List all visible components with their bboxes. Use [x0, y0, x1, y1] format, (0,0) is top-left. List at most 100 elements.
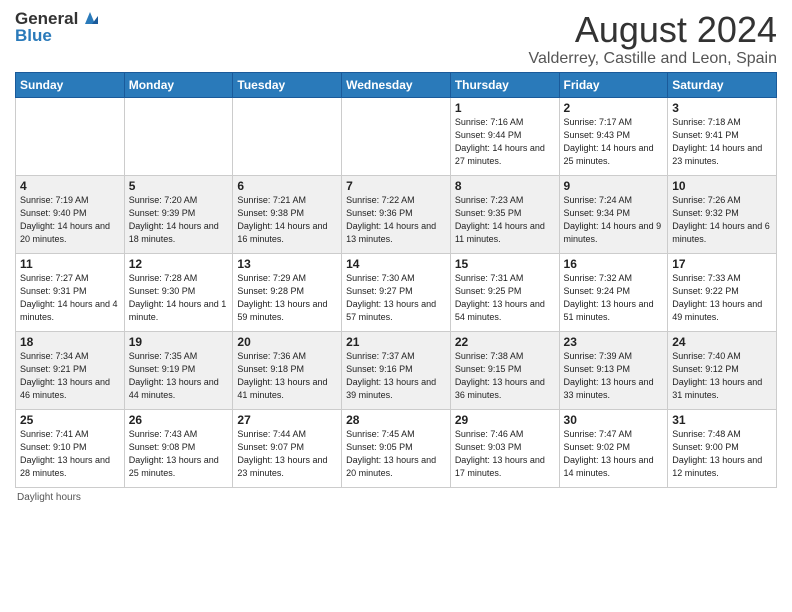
day-number: 25	[20, 413, 120, 427]
day-number: 13	[237, 257, 337, 271]
day-info: Sunrise: 7:31 AM Sunset: 9:25 PM Dayligh…	[455, 272, 555, 324]
day-number: 10	[672, 179, 772, 193]
calendar-cell: 8Sunrise: 7:23 AM Sunset: 9:35 PM Daylig…	[450, 175, 559, 253]
day-info: Sunrise: 7:22 AM Sunset: 9:36 PM Dayligh…	[346, 194, 446, 246]
logo-blue: Blue	[15, 27, 101, 46]
col-header-thursday: Thursday	[450, 72, 559, 97]
daylight-label: Daylight hours	[17, 492, 81, 503]
day-info: Sunrise: 7:29 AM Sunset: 9:28 PM Dayligh…	[237, 272, 337, 324]
calendar-cell: 2Sunrise: 7:17 AM Sunset: 9:43 PM Daylig…	[559, 97, 668, 175]
col-header-tuesday: Tuesday	[233, 72, 342, 97]
col-header-sunday: Sunday	[16, 72, 125, 97]
calendar-cell: 17Sunrise: 7:33 AM Sunset: 9:22 PM Dayli…	[668, 253, 777, 331]
day-number: 3	[672, 101, 772, 115]
calendar-cell: 15Sunrise: 7:31 AM Sunset: 9:25 PM Dayli…	[450, 253, 559, 331]
day-info: Sunrise: 7:44 AM Sunset: 9:07 PM Dayligh…	[237, 428, 337, 480]
day-number: 12	[129, 257, 229, 271]
calendar-cell	[233, 97, 342, 175]
calendar-cell: 3Sunrise: 7:18 AM Sunset: 9:41 PM Daylig…	[668, 97, 777, 175]
col-header-friday: Friday	[559, 72, 668, 97]
week-row-5: 25Sunrise: 7:41 AM Sunset: 9:10 PM Dayli…	[16, 409, 777, 487]
day-number: 20	[237, 335, 337, 349]
week-row-4: 18Sunrise: 7:34 AM Sunset: 9:21 PM Dayli…	[16, 331, 777, 409]
calendar-cell: 25Sunrise: 7:41 AM Sunset: 9:10 PM Dayli…	[16, 409, 125, 487]
logo-triangle-icon	[79, 6, 101, 28]
day-info: Sunrise: 7:30 AM Sunset: 9:27 PM Dayligh…	[346, 272, 446, 324]
day-info: Sunrise: 7:28 AM Sunset: 9:30 PM Dayligh…	[129, 272, 229, 324]
day-number: 28	[346, 413, 446, 427]
day-info: Sunrise: 7:17 AM Sunset: 9:43 PM Dayligh…	[564, 116, 664, 168]
day-info: Sunrise: 7:39 AM Sunset: 9:13 PM Dayligh…	[564, 350, 664, 402]
calendar-cell: 5Sunrise: 7:20 AM Sunset: 9:39 PM Daylig…	[124, 175, 233, 253]
week-row-1: 1Sunrise: 7:16 AM Sunset: 9:44 PM Daylig…	[16, 97, 777, 175]
calendar-cell: 9Sunrise: 7:24 AM Sunset: 9:34 PM Daylig…	[559, 175, 668, 253]
calendar-cell: 26Sunrise: 7:43 AM Sunset: 9:08 PM Dayli…	[124, 409, 233, 487]
day-number: 5	[129, 179, 229, 193]
day-number: 8	[455, 179, 555, 193]
title-block: August 2024 Valderrey, Castille and Leon…	[529, 10, 777, 68]
page-container: General Blue August 2024 Valderrey, Cast…	[0, 0, 792, 508]
day-info: Sunrise: 7:27 AM Sunset: 9:31 PM Dayligh…	[20, 272, 120, 324]
day-number: 30	[564, 413, 664, 427]
calendar-cell: 29Sunrise: 7:46 AM Sunset: 9:03 PM Dayli…	[450, 409, 559, 487]
day-info: Sunrise: 7:18 AM Sunset: 9:41 PM Dayligh…	[672, 116, 772, 168]
calendar-cell	[16, 97, 125, 175]
calendar-cell: 31Sunrise: 7:48 AM Sunset: 9:00 PM Dayli…	[668, 409, 777, 487]
day-info: Sunrise: 7:37 AM Sunset: 9:16 PM Dayligh…	[346, 350, 446, 402]
calendar-cell: 7Sunrise: 7:22 AM Sunset: 9:36 PM Daylig…	[342, 175, 451, 253]
day-number: 23	[564, 335, 664, 349]
day-info: Sunrise: 7:21 AM Sunset: 9:38 PM Dayligh…	[237, 194, 337, 246]
day-number: 6	[237, 179, 337, 193]
col-header-wednesday: Wednesday	[342, 72, 451, 97]
calendar-cell: 1Sunrise: 7:16 AM Sunset: 9:44 PM Daylig…	[450, 97, 559, 175]
day-number: 2	[564, 101, 664, 115]
day-number: 15	[455, 257, 555, 271]
day-info: Sunrise: 7:33 AM Sunset: 9:22 PM Dayligh…	[672, 272, 772, 324]
day-info: Sunrise: 7:32 AM Sunset: 9:24 PM Dayligh…	[564, 272, 664, 324]
col-header-saturday: Saturday	[668, 72, 777, 97]
day-info: Sunrise: 7:34 AM Sunset: 9:21 PM Dayligh…	[20, 350, 120, 402]
calendar-cell	[342, 97, 451, 175]
day-info: Sunrise: 7:43 AM Sunset: 9:08 PM Dayligh…	[129, 428, 229, 480]
day-number: 16	[564, 257, 664, 271]
day-info: Sunrise: 7:20 AM Sunset: 9:39 PM Dayligh…	[129, 194, 229, 246]
calendar-cell: 16Sunrise: 7:32 AM Sunset: 9:24 PM Dayli…	[559, 253, 668, 331]
calendar-cell: 22Sunrise: 7:38 AM Sunset: 9:15 PM Dayli…	[450, 331, 559, 409]
day-number: 9	[564, 179, 664, 193]
day-info: Sunrise: 7:35 AM Sunset: 9:19 PM Dayligh…	[129, 350, 229, 402]
calendar-cell: 28Sunrise: 7:45 AM Sunset: 9:05 PM Dayli…	[342, 409, 451, 487]
day-number: 26	[129, 413, 229, 427]
day-info: Sunrise: 7:41 AM Sunset: 9:10 PM Dayligh…	[20, 428, 120, 480]
calendar-cell: 24Sunrise: 7:40 AM Sunset: 9:12 PM Dayli…	[668, 331, 777, 409]
calendar-cell: 30Sunrise: 7:47 AM Sunset: 9:02 PM Dayli…	[559, 409, 668, 487]
day-number: 7	[346, 179, 446, 193]
day-info: Sunrise: 7:47 AM Sunset: 9:02 PM Dayligh…	[564, 428, 664, 480]
day-info: Sunrise: 7:40 AM Sunset: 9:12 PM Dayligh…	[672, 350, 772, 402]
week-row-2: 4Sunrise: 7:19 AM Sunset: 9:40 PM Daylig…	[16, 175, 777, 253]
day-number: 24	[672, 335, 772, 349]
day-info: Sunrise: 7:16 AM Sunset: 9:44 PM Dayligh…	[455, 116, 555, 168]
calendar-cell: 27Sunrise: 7:44 AM Sunset: 9:07 PM Dayli…	[233, 409, 342, 487]
day-number: 14	[346, 257, 446, 271]
calendar-cell: 14Sunrise: 7:30 AM Sunset: 9:27 PM Dayli…	[342, 253, 451, 331]
day-number: 11	[20, 257, 120, 271]
day-number: 29	[455, 413, 555, 427]
calendar-cell: 12Sunrise: 7:28 AM Sunset: 9:30 PM Dayli…	[124, 253, 233, 331]
col-header-monday: Monday	[124, 72, 233, 97]
day-info: Sunrise: 7:38 AM Sunset: 9:15 PM Dayligh…	[455, 350, 555, 402]
calendar-cell: 13Sunrise: 7:29 AM Sunset: 9:28 PM Dayli…	[233, 253, 342, 331]
header: General Blue August 2024 Valderrey, Cast…	[15, 10, 777, 68]
calendar-cell: 23Sunrise: 7:39 AM Sunset: 9:13 PM Dayli…	[559, 331, 668, 409]
calendar-cell: 21Sunrise: 7:37 AM Sunset: 9:16 PM Dayli…	[342, 331, 451, 409]
day-info: Sunrise: 7:36 AM Sunset: 9:18 PM Dayligh…	[237, 350, 337, 402]
calendar-cell	[124, 97, 233, 175]
calendar-cell: 10Sunrise: 7:26 AM Sunset: 9:32 PM Dayli…	[668, 175, 777, 253]
day-number: 31	[672, 413, 772, 427]
day-info: Sunrise: 7:19 AM Sunset: 9:40 PM Dayligh…	[20, 194, 120, 246]
day-number: 19	[129, 335, 229, 349]
day-info: Sunrise: 7:26 AM Sunset: 9:32 PM Dayligh…	[672, 194, 772, 246]
logo: General Blue	[15, 10, 101, 45]
calendar-cell: 18Sunrise: 7:34 AM Sunset: 9:21 PM Dayli…	[16, 331, 125, 409]
calendar-header-row: SundayMondayTuesdayWednesdayThursdayFrid…	[16, 72, 777, 97]
day-number: 1	[455, 101, 555, 115]
